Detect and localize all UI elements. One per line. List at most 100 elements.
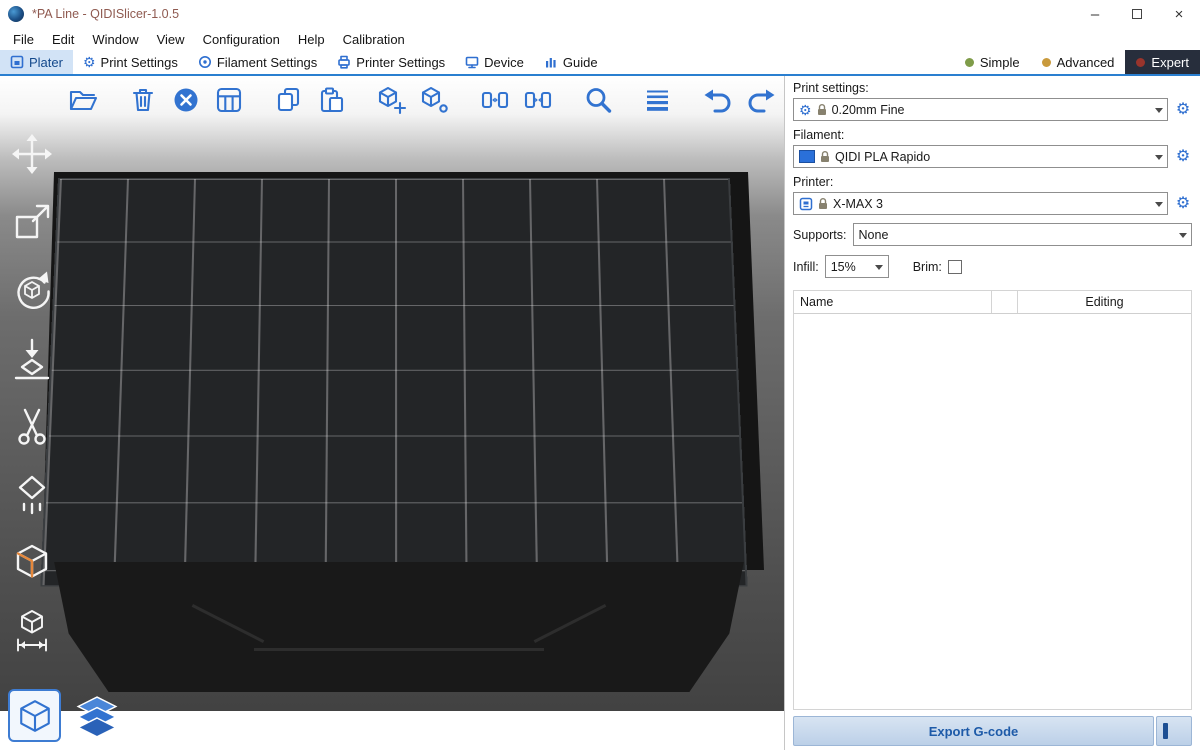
menu-window[interactable]: Window <box>83 28 147 50</box>
tab-label: Plater <box>29 55 63 70</box>
view-toggles <box>8 689 121 742</box>
3d-editor-view-button[interactable] <box>8 689 61 742</box>
filament-combo[interactable]: QIDI PLA Rapido <box>793 145 1168 168</box>
place-on-face-icon[interactable] <box>10 336 54 380</box>
menu-calibration[interactable]: Calibration <box>334 28 414 50</box>
add-instance-icon[interactable] <box>375 83 409 117</box>
base-groove <box>192 604 265 643</box>
menu-help[interactable]: Help <box>289 28 334 50</box>
preview-layers-icon <box>74 695 120 741</box>
tab-filament-settings[interactable]: Filament Settings <box>188 50 327 74</box>
export-row: Export G-code <box>793 716 1192 746</box>
column-header-editing: Editing <box>1018 291 1191 313</box>
printer-settings-icon <box>337 55 351 69</box>
print-settings-icon: ⚙ <box>83 55 96 69</box>
tab-printer-settings[interactable]: Printer Settings <box>327 50 455 74</box>
tab-label: Printer Settings <box>356 55 445 70</box>
tab-label: Guide <box>563 55 598 70</box>
mode-simple[interactable]: Simple <box>954 50 1031 74</box>
guide-icon <box>544 55 558 69</box>
remove-instance-icon[interactable] <box>418 83 452 117</box>
viewport-column <box>0 76 784 750</box>
rotate-icon[interactable] <box>10 268 54 312</box>
chevron-down-icon <box>871 256 888 277</box>
split-to-parts-icon[interactable] <box>521 83 555 117</box>
plater-icon <box>10 55 24 69</box>
tab-guide[interactable]: Guide <box>534 50 608 74</box>
gizmo-toolbar <box>10 132 54 652</box>
object-list[interactable] <box>794 314 1191 709</box>
printer-preset-value: X-MAX 3 <box>833 197 1145 211</box>
filament-row: QIDI PLA Rapido ⚙ <box>793 145 1192 168</box>
menu-file[interactable]: File <box>4 28 43 50</box>
infill-combo[interactable]: 15% <box>825 255 889 278</box>
print-settings-row: ⚙ 0.20mm Fine ⚙ <box>793 98 1192 121</box>
mode-advanced[interactable]: Advanced <box>1031 50 1126 74</box>
filament-gear-button[interactable]: ⚙ <box>1174 149 1192 165</box>
scale-icon[interactable] <box>10 200 54 244</box>
base-groove <box>254 648 544 651</box>
move-icon[interactable] <box>10 132 54 176</box>
object-list-table: Name Editing <box>793 290 1192 710</box>
printer-gear-button[interactable]: ⚙ <box>1174 196 1192 212</box>
delete-icon[interactable] <box>126 83 160 117</box>
infill-value: 15% <box>831 260 866 274</box>
brim-checkbox[interactable] <box>948 260 962 274</box>
supports-value: None <box>859 228 1169 242</box>
print-settings-gear-button[interactable]: ⚙ <box>1174 102 1192 118</box>
window-title: *PA Line - QIDISlicer-1.0.5 <box>32 7 179 21</box>
tab-plater[interactable]: Plater <box>0 50 73 74</box>
viewport-3d[interactable] <box>0 76 784 711</box>
window-controls: – × <box>1074 0 1200 28</box>
menubar: File Edit Window View Configuration Help… <box>0 28 1200 50</box>
undo-icon[interactable] <box>701 83 735 117</box>
menu-configuration[interactable]: Configuration <box>194 28 289 50</box>
base-groove <box>533 604 606 643</box>
paste-icon[interactable] <box>315 83 349 117</box>
export-options-icon <box>1163 723 1168 739</box>
gear-icon: ⚙ <box>799 103 812 117</box>
variable-layer-height-icon[interactable] <box>641 83 675 117</box>
minimize-button[interactable]: – <box>1074 0 1116 28</box>
maximize-button[interactable] <box>1116 0 1158 28</box>
tab-device[interactable]: Device <box>455 50 534 74</box>
arrange-icon[interactable] <box>212 83 246 117</box>
copy-icon[interactable] <box>272 83 306 117</box>
close-button[interactable]: × <box>1158 0 1200 28</box>
device-icon <box>465 55 479 69</box>
supports-combo[interactable]: None <box>853 223 1192 246</box>
print-settings-label: Print settings: <box>793 81 1192 95</box>
open-folder-icon[interactable] <box>66 83 100 117</box>
mode-label: Simple <box>980 55 1020 70</box>
app-logo-icon <box>8 6 24 22</box>
printer-combo[interactable]: X-MAX 3 <box>793 192 1168 215</box>
cut-icon[interactable] <box>10 404 54 448</box>
print-settings-combo[interactable]: ⚙ 0.20mm Fine <box>793 98 1168 121</box>
tab-label: Filament Settings <box>217 55 317 70</box>
seam-painting-icon[interactable] <box>10 472 54 516</box>
menu-view[interactable]: View <box>148 28 194 50</box>
search-icon[interactable] <box>581 83 615 117</box>
filament-color-swatch <box>799 150 815 163</box>
preview-layers-button[interactable] <box>73 694 121 742</box>
redo-icon[interactable] <box>744 83 778 117</box>
mode-expert[interactable]: Expert <box>1125 50 1200 74</box>
delete-all-icon[interactable] <box>169 83 203 117</box>
simple-mode-dot-icon <box>965 58 974 67</box>
maximize-icon <box>1132 9 1142 19</box>
mode-label: Advanced <box>1057 55 1115 70</box>
column-header-name: Name <box>794 291 992 313</box>
tab-print-settings[interactable]: ⚙ Print Settings <box>73 50 188 74</box>
split-to-objects-icon[interactable] <box>478 83 512 117</box>
measure-icon[interactable] <box>10 608 54 652</box>
settings-panel: Print settings: ⚙ 0.20mm Fine ⚙ Filament… <box>784 76 1200 750</box>
chevron-down-icon <box>1150 193 1167 214</box>
chevron-down-icon <box>1150 99 1167 120</box>
export-options-button[interactable] <box>1156 716 1192 746</box>
print-preset-value: 0.20mm Fine <box>832 103 1145 117</box>
mmu-painting-icon[interactable] <box>10 540 54 584</box>
lock-icon <box>818 197 828 210</box>
supports-label: Supports: <box>793 228 847 242</box>
menu-edit[interactable]: Edit <box>43 28 83 50</box>
export-gcode-button[interactable]: Export G-code <box>793 716 1154 746</box>
